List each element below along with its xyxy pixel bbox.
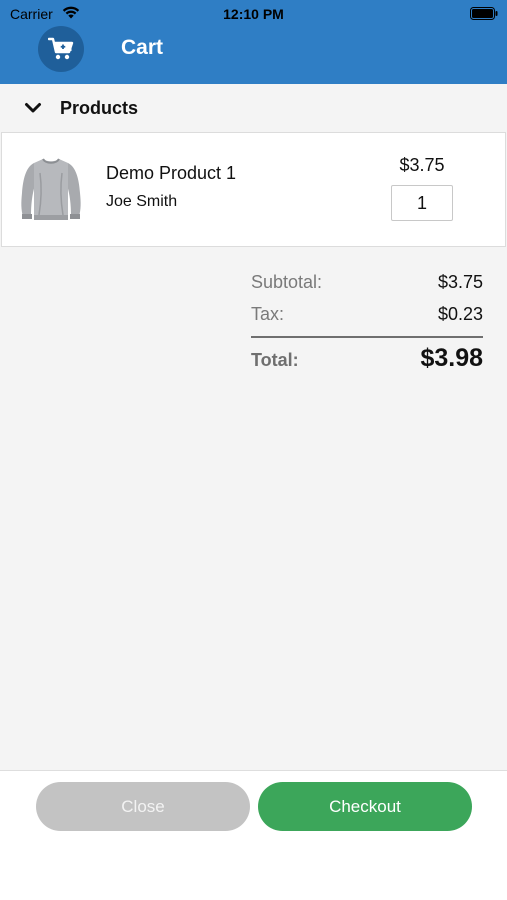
section-title: Products (60, 98, 139, 118)
nav-bar: Cart (0, 26, 507, 84)
cart-icon (38, 26, 84, 72)
cart-item: Demo Product 1 Joe Smith $3.75 (1, 132, 506, 247)
sweatshirt-image (21, 158, 81, 220)
total-row: Total: $3.98 (251, 338, 483, 378)
battery-icon (470, 7, 498, 20)
product-price: $3.75 (399, 155, 445, 175)
product-name: Demo Product 1 (106, 163, 237, 183)
subtotal-row: Subtotal: $3.75 (251, 270, 483, 302)
tax-value: $0.23 (437, 304, 483, 324)
tax-label: Tax: (251, 304, 285, 324)
checkout-button[interactable]: Checkout (258, 782, 472, 831)
status-time: 12:10 PM (223, 6, 284, 22)
tax-row: Tax: $0.23 (251, 302, 483, 334)
total-value: $3.98 (420, 344, 483, 372)
product-owner: Joe Smith (106, 193, 178, 210)
subtotal-value: $3.75 (437, 272, 483, 292)
page-title: Cart (121, 36, 164, 59)
close-button[interactable]: Close (36, 782, 250, 831)
status-bar: Carrier 12:10 PM (0, 0, 507, 28)
order-totals: Subtotal: $3.75 Tax: $0.23 Total: $3.98 (251, 270, 483, 378)
products-section-toggle[interactable]: Products (0, 84, 507, 132)
subtotal-label: Subtotal: (251, 272, 323, 292)
quantity-input[interactable] (391, 185, 453, 221)
chevron-down-icon (25, 103, 41, 113)
footer-bar: Close Checkout (0, 770, 507, 900)
app-header: Carrier 12:10 PM Cart (0, 0, 507, 84)
total-label: Total: (251, 350, 299, 370)
